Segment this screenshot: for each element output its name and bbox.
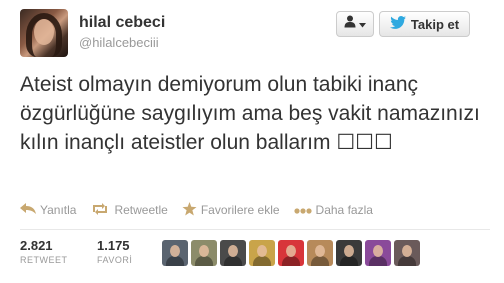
favoriter-avatars: [162, 240, 420, 266]
more-dots-icon: [293, 203, 312, 217]
favoriter-avatar[interactable]: [249, 240, 275, 266]
more-label: Daha fazla: [315, 203, 373, 217]
avatar-face: [34, 19, 54, 45]
favoriter-avatar[interactable]: [162, 240, 188, 266]
star-icon: [182, 201, 197, 219]
reply-arrow-icon: [20, 203, 36, 217]
favoriter-avatar[interactable]: [336, 240, 362, 266]
retweet-stat[interactable]: 2.821 RETWEET: [20, 238, 68, 265]
tweet-text: Ateist olmayın demiyorum olun tabiki ina…: [20, 73, 480, 154]
user-avatar[interactable]: [20, 9, 68, 57]
tweet-actions: Yanıtla Retweetle Favorilere ekle Daha f…: [20, 201, 373, 219]
reply-action[interactable]: Yanıtla: [20, 203, 76, 217]
favoriter-avatar[interactable]: [278, 240, 304, 266]
user-handle[interactable]: @hilalcebeciii: [79, 35, 159, 50]
favorite-count-label: FAVORİ: [97, 255, 133, 265]
favoriter-avatar[interactable]: [394, 240, 420, 266]
person-icon: [344, 15, 356, 33]
reply-label: Yanıtla: [40, 203, 77, 217]
stats-divider: [20, 229, 490, 230]
chevron-down-icon: [359, 15, 366, 33]
favorite-stat[interactable]: 1.175 FAVORİ: [97, 238, 132, 265]
favoriter-avatar[interactable]: [220, 240, 246, 266]
more-action[interactable]: Daha fazla: [293, 203, 373, 217]
favorite-action[interactable]: Favorilere ekle: [182, 201, 280, 219]
favorite-count: 1.175: [97, 238, 130, 253]
follow-button[interactable]: Takip et: [379, 11, 470, 37]
follow-label: Takip et: [410, 16, 460, 32]
retweet-count-label: RETWEET: [20, 255, 68, 265]
user-actions-button[interactable]: [336, 11, 374, 37]
user-fullname[interactable]: hilal cebeci: [79, 14, 165, 32]
favoriter-avatar[interactable]: [365, 240, 391, 266]
retweet-label: Retweetle: [114, 203, 168, 217]
retweet-icon: [90, 202, 110, 218]
retweet-action[interactable]: Retweetle: [90, 202, 168, 218]
retweet-count: 2.821: [20, 238, 53, 253]
twitter-bird-icon: [389, 16, 406, 32]
favorite-label: Favorilere ekle: [200, 203, 280, 217]
favoriter-avatar[interactable]: [307, 240, 333, 266]
favoriter-avatar[interactable]: [191, 240, 217, 266]
